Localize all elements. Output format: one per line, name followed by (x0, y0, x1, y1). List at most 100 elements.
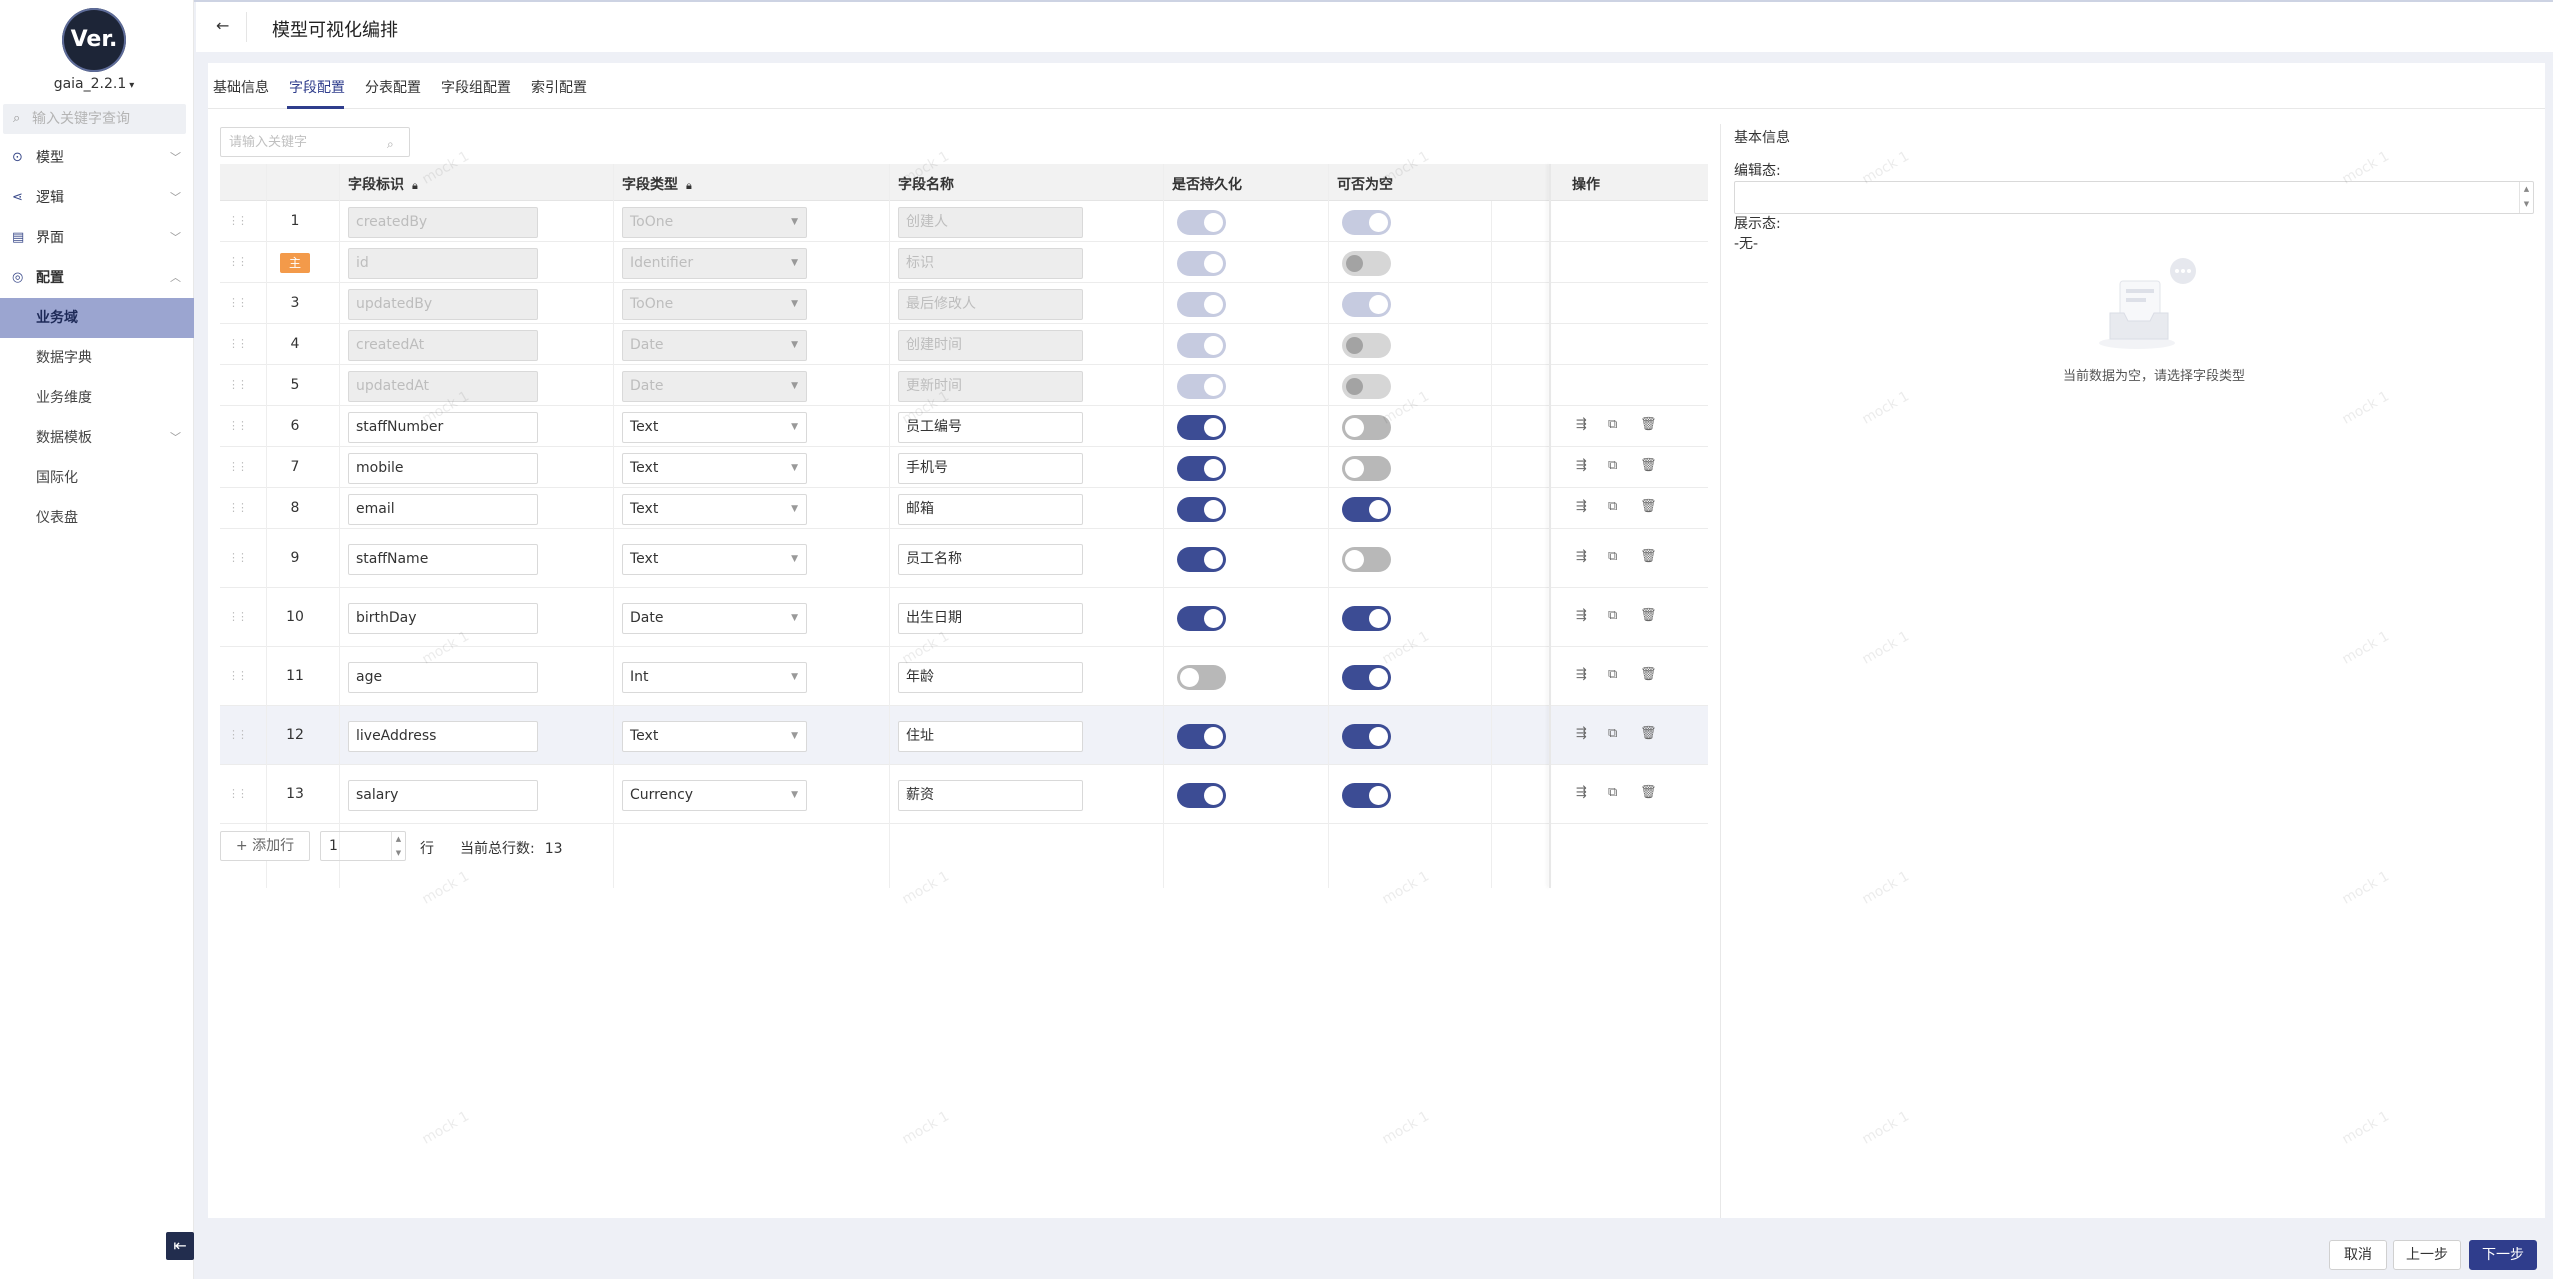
nullable-toggle[interactable] (1342, 415, 1391, 440)
field-type-select[interactable]: Date ▼ (622, 603, 807, 634)
sidebar-item-i18n[interactable]: 国际化 (0, 458, 194, 498)
sidebar-item-data-dictionary[interactable]: 数据字典 (0, 338, 194, 378)
delete-icon[interactable]: 🗑︎ (1640, 549, 1672, 564)
app-logo[interactable]: Ver. (62, 8, 126, 72)
persist-toggle[interactable] (1177, 415, 1226, 440)
drag-handle-icon[interactable]: ⋮⋮ (228, 378, 248, 391)
drag-handle-icon[interactable]: ⋮⋮ (228, 728, 248, 741)
field-name-input[interactable]: 住址 (898, 721, 1083, 752)
field-id-input[interactable]: age (348, 662, 538, 693)
drag-handle-icon[interactable]: ⋮⋮ (228, 296, 248, 309)
cancel-button[interactable]: 取消 (2329, 1240, 2387, 1270)
search-icon[interactable]: ⌕ (387, 137, 394, 152)
insert-row-icon[interactable]: ⇶ (1576, 667, 1608, 682)
delete-icon[interactable]: 🗑︎ (1640, 608, 1672, 623)
field-type-select[interactable]: Text ▼ (622, 412, 807, 443)
persist-toggle[interactable] (1177, 606, 1226, 631)
insert-row-icon[interactable]: ⇶ (1576, 549, 1608, 564)
collapse-sidebar-icon[interactable]: ⇤ (166, 1232, 194, 1260)
delete-icon[interactable]: 🗑︎ (1640, 417, 1672, 432)
delete-icon[interactable]: 🗑︎ (1640, 726, 1672, 741)
copy-icon[interactable]: ⧉ (1608, 417, 1640, 432)
drag-handle-icon[interactable]: ⋮⋮ (228, 337, 248, 350)
drag-handle-icon[interactable]: ⋮⋮ (228, 419, 248, 432)
nullable-toggle[interactable] (1342, 724, 1391, 749)
drag-handle-icon[interactable]: ⋮⋮ (228, 551, 248, 564)
field-name-input[interactable]: 手机号 (898, 453, 1083, 484)
delete-icon[interactable]: 🗑︎ (1640, 499, 1672, 514)
drag-handle-icon[interactable]: ⋮⋮ (228, 214, 248, 227)
tab-basic-info[interactable]: 基础信息 (213, 77, 269, 97)
edit-state-input[interactable]: ▲ ▼ (1734, 181, 2534, 214)
sidebar-item-config[interactable]: ◎ 配置 ︿ (0, 258, 194, 298)
delete-icon[interactable]: 🗑︎ (1640, 667, 1672, 682)
add-row-count-input[interactable]: 1 ▲ ▼ (320, 831, 406, 861)
field-name-input[interactable]: 年龄 (898, 662, 1083, 693)
field-id-input[interactable]: staffNumber (348, 412, 538, 443)
sidebar-item-model[interactable]: ⊙ 模型 ﹀ (0, 138, 194, 178)
persist-toggle[interactable] (1177, 665, 1226, 690)
sidebar-item-business-domain[interactable]: 业务域 (0, 298, 194, 338)
drag-handle-icon[interactable]: ⋮⋮ (228, 255, 248, 268)
field-id-input[interactable]: salary (348, 780, 538, 811)
field-name-input[interactable]: 员工名称 (898, 544, 1083, 575)
field-type-select[interactable]: Text ▼ (622, 494, 807, 525)
nullable-toggle[interactable] (1342, 456, 1391, 481)
drag-handle-icon[interactable]: ⋮⋮ (228, 787, 248, 800)
insert-row-icon[interactable]: ⇶ (1576, 499, 1608, 514)
insert-row-icon[interactable]: ⇶ (1576, 417, 1608, 432)
copy-icon[interactable]: ⧉ (1608, 667, 1640, 682)
drag-handle-icon[interactable]: ⋮⋮ (228, 460, 248, 473)
delete-icon[interactable]: 🗑︎ (1640, 785, 1672, 800)
arrow-left-icon[interactable]: ← (216, 16, 229, 35)
field-id-input[interactable]: staffName (348, 544, 538, 575)
sidebar-item-data-template[interactable]: 数据模板 ﹀ (0, 418, 194, 458)
field-name-input[interactable]: 员工编号 (898, 412, 1083, 443)
field-name-input[interactable]: 薪资 (898, 780, 1083, 811)
delete-icon[interactable]: 🗑︎ (1640, 458, 1672, 473)
sidebar-item-dashboard[interactable]: 仪表盘 (0, 498, 194, 538)
persist-toggle[interactable] (1177, 724, 1226, 749)
field-name-input[interactable]: 出生日期 (898, 603, 1083, 634)
version-selector[interactable]: gaia_2.2.1 ▾ (0, 76, 188, 92)
stepper-icon[interactable]: ▲ ▼ (391, 832, 405, 860)
tab-field-group-config[interactable]: 字段组配置 (441, 77, 511, 97)
field-type-select[interactable]: Int ▼ (622, 662, 807, 693)
copy-icon[interactable]: ⧉ (1608, 549, 1640, 564)
field-type-select[interactable]: Text ▼ (622, 544, 807, 575)
next-step-button[interactable]: 下一步 (2469, 1240, 2537, 1270)
persist-toggle[interactable] (1177, 547, 1226, 572)
table-search-input[interactable] (229, 132, 379, 152)
add-row-button[interactable]: + 添加行 (220, 831, 310, 861)
drag-handle-icon[interactable]: ⋮⋮ (228, 610, 248, 623)
stepper-icon[interactable]: ▲ ▼ (2519, 182, 2533, 213)
insert-row-icon[interactable]: ⇶ (1576, 785, 1608, 800)
persist-toggle[interactable] (1177, 456, 1226, 481)
sidebar-item-logic[interactable]: ⋖ 逻辑 ﹀ (0, 178, 194, 218)
copy-icon[interactable]: ⧉ (1608, 608, 1640, 623)
field-id-input[interactable]: mobile (348, 453, 538, 484)
field-id-input[interactable]: liveAddress (348, 721, 538, 752)
nullable-toggle[interactable] (1342, 497, 1391, 522)
field-type-select[interactable]: Currency ▼ (622, 780, 807, 811)
tab-field-config[interactable]: 字段配置 (289, 77, 345, 97)
nullable-toggle[interactable] (1342, 606, 1391, 631)
nullable-toggle[interactable] (1342, 665, 1391, 690)
tab-index-config[interactable]: 索引配置 (531, 77, 587, 97)
nullable-toggle[interactable] (1342, 547, 1391, 572)
drag-handle-icon[interactable]: ⋮⋮ (228, 669, 248, 682)
field-id-input[interactable]: email (348, 494, 538, 525)
sidebar-item-business-dimension[interactable]: 业务维度 (0, 378, 194, 418)
insert-row-icon[interactable]: ⇶ (1576, 726, 1608, 741)
persist-toggle[interactable] (1177, 497, 1226, 522)
field-type-select[interactable]: Text ▼ (622, 721, 807, 752)
sidebar-search-input[interactable] (32, 108, 182, 130)
copy-icon[interactable]: ⧉ (1608, 499, 1640, 514)
copy-icon[interactable]: ⧉ (1608, 785, 1640, 800)
drag-handle-icon[interactable]: ⋮⋮ (228, 501, 248, 514)
persist-toggle[interactable] (1177, 783, 1226, 808)
copy-icon[interactable]: ⧉ (1608, 726, 1640, 741)
insert-row-icon[interactable]: ⇶ (1576, 458, 1608, 473)
nullable-toggle[interactable] (1342, 783, 1391, 808)
sidebar-item-ui[interactable]: ▤ 界面 ﹀ (0, 218, 194, 258)
